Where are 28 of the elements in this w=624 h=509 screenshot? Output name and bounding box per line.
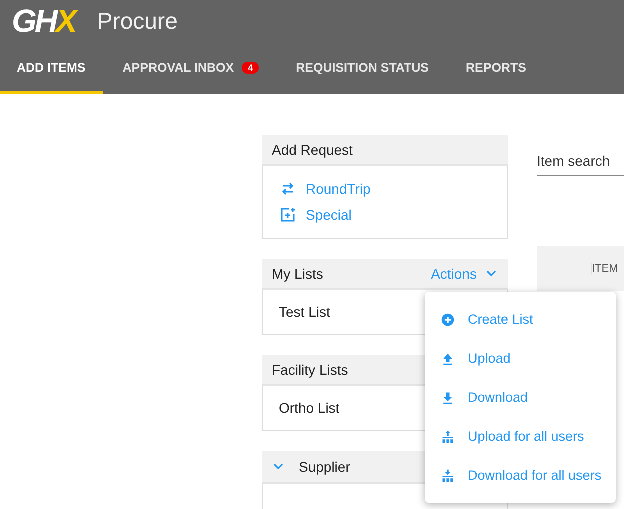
menu-item[interactable]: Upload for all users <box>425 417 616 456</box>
menu-item[interactable]: Download <box>425 378 616 417</box>
download-icon <box>441 390 455 404</box>
nav-tab[interactable]: REQUISITION STATUS <box>279 42 446 94</box>
logo: GHX <box>12 5 76 37</box>
repeat-arrows-icon <box>280 181 296 197</box>
request-link[interactable]: RoundTrip <box>263 176 507 202</box>
upload-icon <box>441 352 455 366</box>
nav-tab[interactable]: ADD ITEMS <box>0 42 103 94</box>
count-badge: 4 <box>242 62 260 74</box>
request-link[interactable]: Special <box>263 202 507 228</box>
search-field[interactable]: Item search <box>537 143 624 176</box>
section-title: Facility Lists <box>272 362 348 378</box>
sparkle-square-icon <box>280 207 296 223</box>
section-title: Add Request <box>272 142 353 158</box>
column-header: ITEM <box>591 262 618 274</box>
app-title: Procure <box>97 8 178 34</box>
nav-tab[interactable]: REPORTS <box>449 42 544 94</box>
actions-dropdown[interactable]: Actions <box>431 266 498 282</box>
plus-circle-icon <box>441 312 455 326</box>
section-title: My Lists <box>272 266 324 282</box>
menu-item[interactable]: Create List <box>425 300 616 339</box>
download-group-icon <box>441 468 455 482</box>
nav-tab[interactable]: APPROVAL INBOX 4 <box>106 42 276 94</box>
section-title: Supplier <box>299 458 350 474</box>
menu-item[interactable]: Download for all users <box>425 456 616 495</box>
menu-item[interactable]: Upload <box>425 339 616 378</box>
upload-group-icon <box>441 430 455 444</box>
